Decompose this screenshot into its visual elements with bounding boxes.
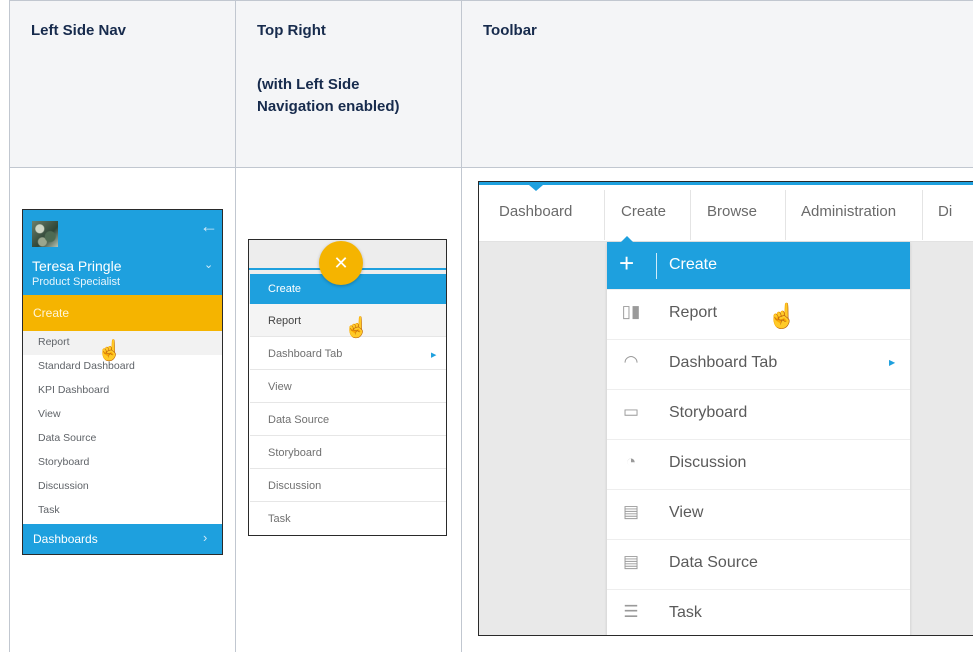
dropdown-item-storyboard[interactable] [607,389,910,439]
menu-item-label: Report [268,315,302,327]
caret-right-icon: ▶ [431,352,437,359]
dropdown-item-label: Dashboard Tab [669,354,778,371]
discussion-icon: ◔ [625,452,637,471]
avatar[interactable] [32,221,58,247]
hand-cursor-icon: ☝ [344,317,369,339]
dropdown-item-view[interactable] [607,489,910,539]
table-border-col2 [235,0,236,652]
chevron-down-icon[interactable]: ⌄ [204,258,213,271]
arrow-left-icon[interactable]: ← [200,216,218,237]
menu-item-label: Task [268,513,291,525]
menu-item-label: Storyboard [268,447,322,459]
tab-administration[interactable]: Administration [801,203,896,220]
nav-item-label: Discussion [38,480,89,492]
menu-item-label: Discussion [268,480,322,492]
tab-separator [785,190,786,240]
tab-dashboard[interactable]: Dashboard [499,203,572,220]
tab-browse[interactable]: Browse [707,203,757,220]
plus-icon: + [619,248,635,278]
tab-more[interactable]: Di [938,203,952,220]
nav-item-label: Report [38,336,70,348]
table-top-border [9,0,973,1]
nav-create-label: Create [33,306,70,320]
table-border-left [9,0,10,652]
menu-create-label: Create [268,283,302,295]
dropdown-item-label: View [669,504,704,521]
tab-separator [604,190,605,240]
dropdown-item-label: Discussion [669,454,747,471]
chevron-right-icon: › [203,530,208,545]
view-icon: ▤ [622,502,640,521]
col-header-top-right-note: (with Left Side Navigation enabled) [257,76,400,115]
col-header-top-right: Top Right [257,22,326,39]
tab-separator [922,190,923,240]
menu-item-label: Dashboard Tab [268,348,343,360]
caret-right-icon: ▶ [889,358,896,367]
dropdown-item-data-source[interactable] [607,539,910,589]
dropdown-item-label: Data Source [669,554,758,571]
table-border-col3 [461,0,462,652]
gauge-icon: ◠ [623,352,639,371]
dropdown-item-discussion[interactable] [607,439,910,489]
header-divider [656,253,657,279]
active-indicator [529,185,543,191]
dropdown-item-label: Task [669,604,702,621]
toolbar-panel: Dashboard Create Browse Administration D… [478,181,973,636]
user-role: Product Specialist [32,276,121,288]
table-header-divider [9,167,973,168]
dropdown-item-label: Storyboard [669,404,748,421]
tab-separator [690,190,691,240]
dropdown-create-header[interactable] [607,242,910,289]
hand-cursor-icon: ☝ [767,303,797,330]
dropdown-item-label: Report [669,304,718,321]
nav-item-label: Storyboard [38,456,90,468]
col-header-left-side-nav: Left Side Nav [31,22,127,39]
data-source-icon: ▤ [622,552,640,571]
dropdown-item-task[interactable] [607,589,910,635]
nav-item-label: View [38,408,61,420]
user-name: Teresa Pringle [32,258,122,274]
nav-dashboards-label: Dashboards [33,532,98,546]
top-right-panel: Create ✕ Report Dashboard Tab ▶ View Dat… [248,239,447,536]
storyboard-icon: ▭ [622,402,640,421]
dropdown-item-report[interactable] [607,289,910,339]
nav-item-label: KPI Dashboard [38,384,110,396]
task-list-icon: ☰ [623,602,639,621]
nav-item-label: Task [38,504,60,516]
close-fab-button[interactable]: ✕ [319,241,363,285]
toolbar-top-line [479,182,973,185]
col-header-toolbar: Toolbar [483,22,537,39]
dropdown-create-label: Create [669,256,718,273]
menu-item-label: Data Source [268,414,330,426]
hand-cursor-icon: ☝ [97,340,122,362]
tab-create[interactable]: Create [621,203,666,220]
bar-chart-icon: ▯▮ [621,302,641,321]
left-side-nav-panel: ← Teresa Pringle ⌄ Product Specialist Cr… [22,209,223,555]
nav-item-label: Data Source [38,432,97,444]
menu-item-label: View [268,381,292,393]
